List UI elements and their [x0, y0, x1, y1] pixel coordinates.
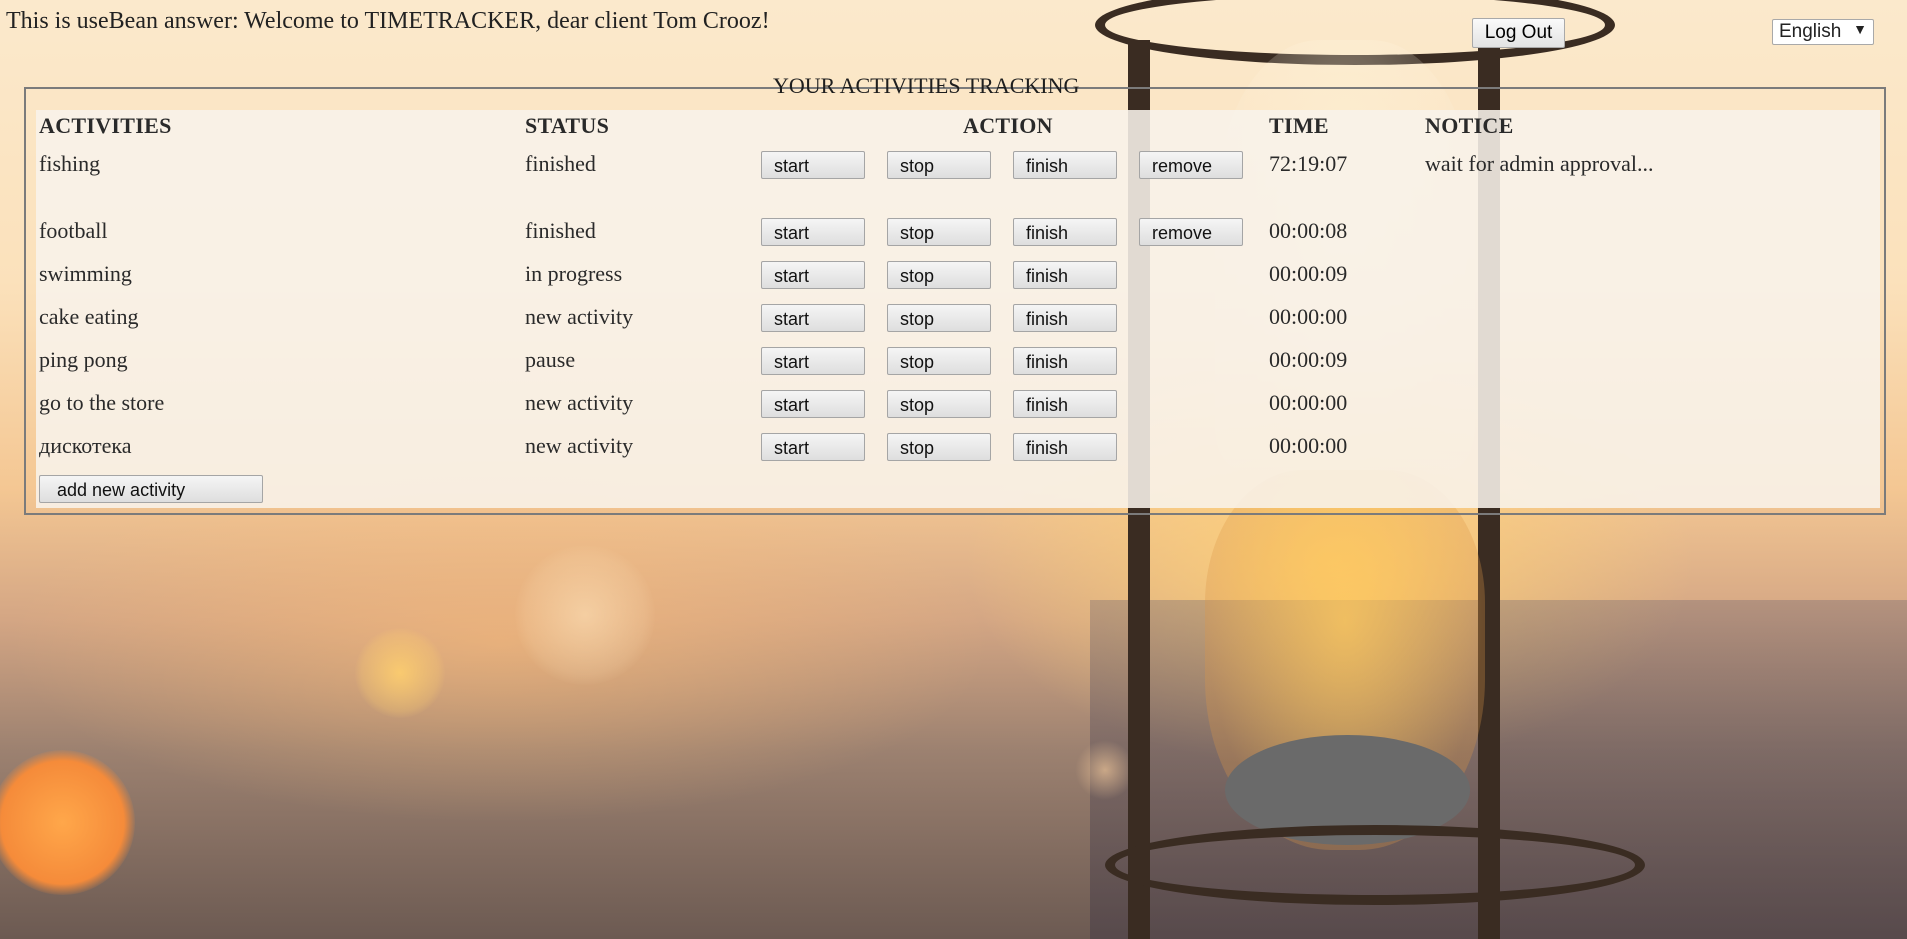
- finish-button[interactable]: finish: [1013, 261, 1117, 289]
- stop-button[interactable]: stop: [887, 261, 991, 289]
- activity-name: football: [39, 218, 108, 243]
- column-header-time: TIME: [1269, 113, 1329, 138]
- fieldset-legend: YOUR ACTIVITIES TRACKING: [773, 73, 1080, 98]
- language-select[interactable]: English ▼: [1772, 19, 1874, 45]
- start-button[interactable]: start: [761, 304, 865, 332]
- activity-time: 00:00:00: [1269, 304, 1348, 329]
- activity-time: 00:00:00: [1269, 433, 1348, 458]
- bokeh-light: [515, 545, 655, 685]
- activity-time: 00:00:00: [1269, 390, 1348, 415]
- start-button[interactable]: start: [761, 218, 865, 246]
- activity-time: 00:00:09: [1269, 261, 1348, 286]
- remove-button[interactable]: remove: [1139, 151, 1243, 179]
- chevron-down-icon: ▼: [1853, 21, 1867, 37]
- activity-time: 00:00:09: [1269, 347, 1348, 372]
- bokeh-light: [1075, 740, 1135, 800]
- bokeh-light: [355, 628, 445, 718]
- finish-button[interactable]: finish: [1013, 151, 1117, 179]
- logout-button[interactable]: Log Out: [1472, 18, 1565, 48]
- activity-status: new activity: [525, 304, 634, 329]
- finish-button[interactable]: finish: [1013, 347, 1117, 375]
- activity-status: new activity: [525, 390, 634, 415]
- start-button[interactable]: start: [761, 433, 865, 461]
- finish-button[interactable]: finish: [1013, 218, 1117, 246]
- finish-button[interactable]: finish: [1013, 433, 1117, 461]
- activity-name: fishing: [39, 151, 101, 176]
- stop-button[interactable]: stop: [887, 304, 991, 332]
- column-header-activities: ACTIVITIES: [39, 113, 172, 138]
- stop-button[interactable]: stop: [887, 218, 991, 246]
- activity-name: cake eating: [39, 304, 139, 329]
- activity-status: in progress: [525, 261, 623, 286]
- activity-name: swimming: [39, 261, 132, 286]
- city-background: [1090, 600, 1907, 939]
- stop-button[interactable]: stop: [887, 390, 991, 418]
- welcome-message: This is useBean answer: Welcome to TIMET…: [6, 8, 770, 34]
- start-button[interactable]: start: [761, 347, 865, 375]
- finish-button[interactable]: finish: [1013, 390, 1117, 418]
- add-new-activity-button[interactable]: add new activity: [39, 475, 263, 503]
- activity-time: 72:19:07: [1269, 151, 1348, 176]
- column-header-status: STATUS: [525, 113, 610, 138]
- finish-button[interactable]: finish: [1013, 304, 1117, 332]
- activity-name: дискотека: [39, 433, 132, 458]
- column-header-notice: NOTICE: [1425, 113, 1514, 138]
- activity-time: 00:00:08: [1269, 218, 1348, 243]
- stop-button[interactable]: stop: [887, 347, 991, 375]
- start-button[interactable]: start: [761, 151, 865, 179]
- start-button[interactable]: start: [761, 390, 865, 418]
- start-button[interactable]: start: [761, 261, 865, 289]
- activity-status: new activity: [525, 433, 634, 458]
- remove-button[interactable]: remove: [1139, 218, 1243, 246]
- column-header-action: ACTION: [963, 113, 1053, 138]
- activity-status: finished: [525, 218, 596, 243]
- bokeh-light: [0, 750, 135, 895]
- activity-notice: wait for admin approval...: [1425, 151, 1654, 176]
- language-selected-value: English: [1779, 21, 1842, 42]
- activity-status: pause: [525, 347, 576, 372]
- activity-status: finished: [525, 151, 596, 176]
- stop-button[interactable]: stop: [887, 433, 991, 461]
- stop-button[interactable]: stop: [887, 151, 991, 179]
- activity-name: ping pong: [39, 347, 128, 372]
- activity-name: go to the store: [39, 390, 165, 415]
